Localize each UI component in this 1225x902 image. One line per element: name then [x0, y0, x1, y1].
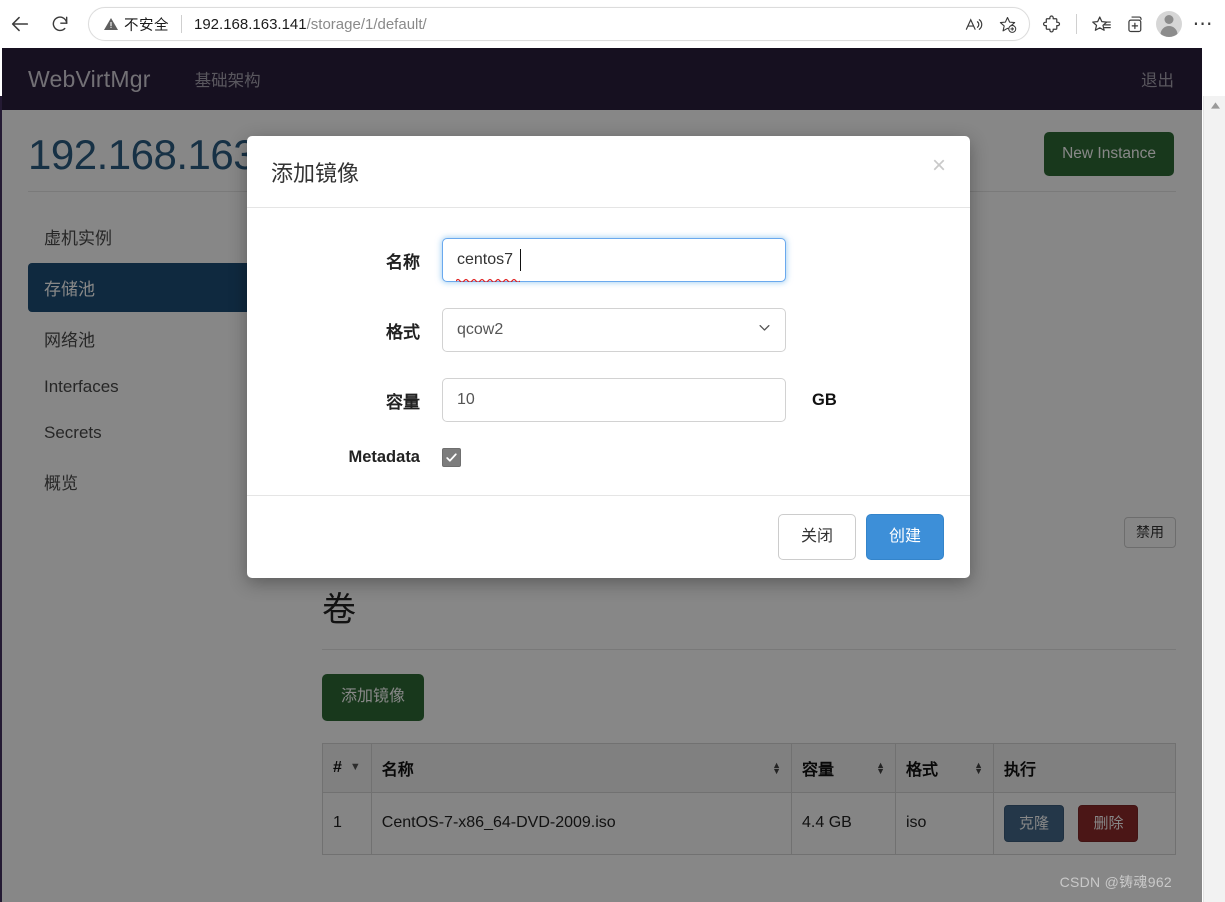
avatar [1156, 11, 1182, 37]
security-status-label: 不安全 [124, 17, 169, 34]
collections-icon[interactable] [1085, 8, 1117, 40]
back-arrow-icon [9, 13, 31, 35]
format-field-label: 格式 [386, 322, 420, 342]
add-favorite-icon[interactable] [991, 8, 1023, 40]
modal-title: 添加镜像 [271, 161, 360, 186]
modal-footer: 关闭 创建 [247, 495, 970, 578]
close-icon[interactable]: × [932, 153, 946, 177]
image-format-select[interactable] [442, 308, 786, 352]
metadata-checkbox[interactable] [442, 448, 461, 467]
watermark: CSDN @铸魂962 [1059, 874, 1172, 890]
format-select-wrapper [442, 308, 786, 352]
modal-header: 添加镜像 × [247, 136, 970, 208]
metadata-field-label: Metadata [348, 448, 420, 466]
modal-close-button[interactable]: 关闭 [777, 514, 856, 561]
omnibox-actions [957, 8, 1023, 40]
form-row-capacity: 容量 GB [247, 378, 970, 422]
modal-body: 名称 格式 [247, 208, 970, 495]
text-caret [520, 249, 521, 271]
url-host: 192.168.163.141 [194, 15, 307, 33]
webvirtmgr-app: WebVirtMgr 基础架构 退出 192.168.163.141 New I… [2, 48, 1202, 902]
browser-essentials-icon[interactable] [1036, 8, 1068, 40]
url-path: /storage/1/default/ [306, 15, 427, 33]
capacity-unit-label: GB [812, 390, 837, 409]
add-image-modal: 添加镜像 × 名称 centos7 格式 qcow2 容量 10 GB Meta… [247, 136, 970, 579]
capacity-field-label: 容量 [386, 392, 420, 412]
back-button[interactable] [0, 4, 40, 44]
omnibox-divider [181, 15, 182, 33]
image-name-input[interactable] [442, 238, 786, 282]
name-input-wrapper [442, 238, 786, 284]
profile-avatar-icon[interactable] [1153, 8, 1185, 40]
page-scrollbar[interactable] [1203, 96, 1225, 902]
settings-and-more-button[interactable]: ⋯ [1187, 8, 1219, 40]
ellipsis-icon: ⋯ [1192, 13, 1214, 35]
url-text: 192.168.163.141/storage/1/default/ [194, 16, 957, 33]
reload-icon [50, 14, 70, 34]
address-bar[interactable]: 不安全 192.168.163.141/storage/1/default/ [88, 7, 1030, 41]
read-aloud-icon[interactable] [957, 8, 989, 40]
split-screen-icon[interactable] [1119, 8, 1151, 40]
browser-toolbar: 不安全 192.168.163.141/storage/1/default/ ⋯ [0, 0, 1225, 48]
not-secure-warning-icon [103, 16, 119, 32]
image-capacity-input[interactable] [442, 378, 786, 422]
scroll-up-arrow-icon[interactable] [1204, 96, 1225, 114]
reload-button[interactable] [40, 4, 80, 44]
modal-create-button[interactable]: 创建 [865, 514, 944, 561]
toolbar-divider [1076, 14, 1077, 34]
page-viewport: WebVirtMgr 基础架构 退出 192.168.163.141 New I… [0, 48, 1225, 902]
form-row-name: 名称 [247, 238, 970, 284]
form-row-format: 格式 [247, 308, 970, 352]
form-row-metadata: Metadata [247, 448, 970, 467]
name-field-label: 名称 [386, 252, 420, 272]
browser-toolbar-actions: ⋯ [1036, 8, 1225, 40]
